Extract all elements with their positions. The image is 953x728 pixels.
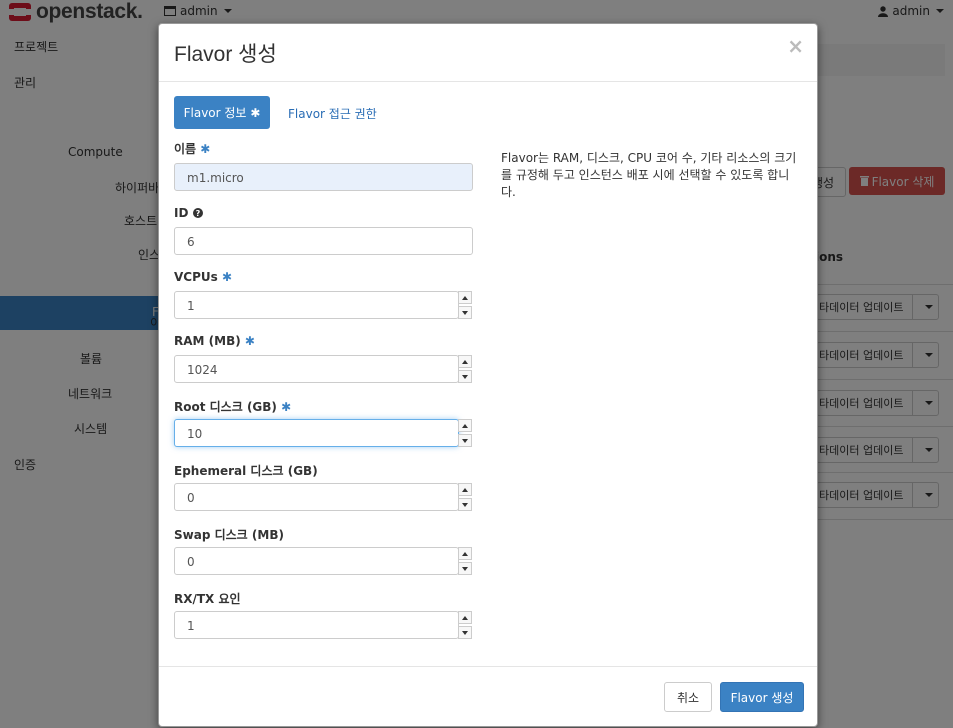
help-icon[interactable]: ? bbox=[192, 208, 203, 218]
spin-up-icon[interactable] bbox=[458, 419, 472, 432]
spin-up-icon[interactable] bbox=[458, 291, 472, 304]
root-disk-field[interactable]: 10 bbox=[174, 419, 459, 447]
create-flavor-submit-button[interactable]: Flavor 생성 bbox=[720, 682, 804, 712]
vcpus-label: VCPUs ✱ bbox=[174, 270, 232, 284]
cancel-button[interactable]: 취소 bbox=[664, 682, 712, 712]
modal-title: Flavor 생성 bbox=[174, 43, 277, 66]
spin-up-icon[interactable] bbox=[458, 611, 472, 624]
swap-disk-field[interactable]: 0 bbox=[174, 547, 459, 575]
root-disk-label: Root 디스크 (GB) ✱ bbox=[174, 398, 291, 415]
ram-label: RAM (MB) ✱ bbox=[174, 334, 255, 348]
flavor-help-text: Flavor는 RAM, 디스크, CPU 코어 수, 기타 리소스의 크기를 … bbox=[501, 151, 797, 199]
spin-down-icon[interactable] bbox=[458, 306, 472, 319]
modal-footer: 취소 Flavor 생성 bbox=[159, 666, 817, 726]
tab-label: Flavor 정보 bbox=[183, 106, 247, 120]
tab-flavor-access[interactable]: Flavor 접근 권한 bbox=[288, 105, 377, 122]
id-label-text: ID bbox=[174, 206, 189, 220]
spin-down-icon[interactable] bbox=[458, 434, 472, 447]
id-field[interactable]: 6 bbox=[174, 227, 473, 255]
modal-header: Flavor 생성 × bbox=[159, 24, 817, 82]
name-label-text: 이름 bbox=[174, 142, 197, 156]
spin-up-icon[interactable] bbox=[458, 355, 472, 368]
spin-down-icon[interactable] bbox=[458, 626, 472, 639]
required-icon: ✱ bbox=[221, 270, 233, 284]
ram-label-text: RAM (MB) bbox=[174, 334, 241, 348]
root-disk-label-text: Root 디스크 (GB) bbox=[174, 400, 277, 414]
spin-down-icon[interactable] bbox=[458, 562, 472, 575]
required-icon: ✱ bbox=[250, 105, 261, 120]
rxtx-factor-stepper[interactable] bbox=[458, 611, 474, 639]
svg-text:?: ? bbox=[195, 209, 200, 218]
required-icon: ✱ bbox=[281, 400, 292, 414]
ephemeral-disk-label: Ephemeral 디스크 (GB) bbox=[174, 464, 318, 478]
root-disk-stepper[interactable] bbox=[458, 419, 474, 447]
vcpus-label-text: VCPUs bbox=[174, 270, 218, 284]
spin-up-icon[interactable] bbox=[458, 547, 472, 560]
rxtx-factor-label: RX/TX 요인 bbox=[174, 592, 241, 606]
close-icon[interactable]: × bbox=[787, 34, 804, 58]
swap-disk-stepper[interactable] bbox=[458, 547, 474, 575]
ephemeral-disk-stepper[interactable] bbox=[458, 483, 474, 511]
name-label: 이름 ✱ bbox=[174, 140, 210, 157]
vcpus-field[interactable]: 1 bbox=[174, 291, 459, 319]
ephemeral-disk-field[interactable]: 0 bbox=[174, 483, 459, 511]
ram-stepper[interactable] bbox=[458, 355, 474, 383]
rxtx-factor-field[interactable]: 1 bbox=[174, 611, 459, 639]
tab-flavor-info[interactable]: Flavor 정보 ✱ bbox=[174, 96, 270, 129]
swap-disk-label: Swap 디스크 (MB) bbox=[174, 528, 284, 542]
ram-field[interactable]: 1024 bbox=[174, 355, 459, 383]
required-icon: ✱ bbox=[200, 142, 211, 156]
id-label: ID ? bbox=[174, 206, 203, 220]
spin-down-icon[interactable] bbox=[458, 370, 472, 383]
required-icon: ✱ bbox=[244, 334, 255, 348]
name-field[interactable]: m1.micro bbox=[174, 163, 473, 191]
spin-up-icon[interactable] bbox=[458, 483, 472, 496]
create-flavor-modal: Flavor 생성 × Flavor 정보 ✱ Flavor 접근 권한 이름 … bbox=[158, 23, 818, 727]
vcpus-stepper[interactable] bbox=[458, 291, 474, 319]
spin-down-icon[interactable] bbox=[458, 498, 472, 511]
